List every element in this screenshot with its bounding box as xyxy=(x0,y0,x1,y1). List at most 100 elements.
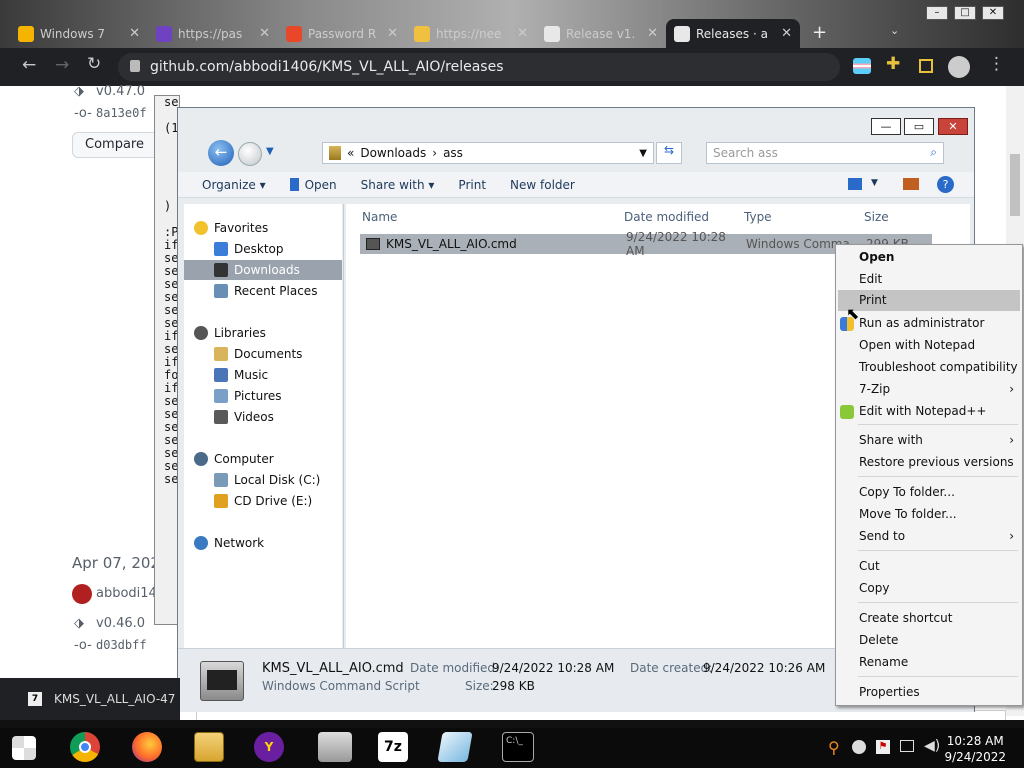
explorer-forward-icon[interactable] xyxy=(238,142,262,166)
browser-tab-1[interactable]: Windows 7 ✕ xyxy=(10,19,148,48)
menu-item-copy[interactable]: Copy xyxy=(838,578,1020,599)
refresh-icon[interactable]: ⇆ xyxy=(656,142,682,164)
menu-item-cut[interactable]: Cut xyxy=(838,556,1020,577)
nav-item-favorites[interactable]: Favorites xyxy=(184,218,342,238)
compare-button[interactable]: Compare xyxy=(72,132,162,158)
explorer-minimize-button[interactable]: — xyxy=(871,118,901,135)
action-center-flag-icon[interactable]: ⚑ xyxy=(876,740,890,754)
breadcrumb-downloads[interactable]: Downloads xyxy=(360,146,426,160)
cmd-prompt-icon[interactable]: C:\_ xyxy=(502,732,534,762)
close-window-button[interactable]: ✕ xyxy=(982,6,1004,20)
browser-tab-3[interactable]: Password R ✕ xyxy=(278,19,406,48)
menu-item-print[interactable]: Print xyxy=(838,290,1020,311)
view-options-icon[interactable] xyxy=(848,178,862,190)
help-icon[interactable]: ? xyxy=(937,176,954,193)
browser-tab-5[interactable]: Release v1. ✕ xyxy=(536,19,666,48)
nav-item-recent-places[interactable]: Recent Places xyxy=(184,281,342,301)
column-date-modified[interactable]: Date modified xyxy=(624,210,709,224)
file-explorer-icon[interactable] xyxy=(194,732,224,762)
share-with-menu[interactable]: Share with ▾ xyxy=(349,178,447,192)
menu-item-open[interactable]: Open xyxy=(838,247,1020,268)
menu-item-properties[interactable]: Properties xyxy=(838,682,1020,703)
extension-flag-icon[interactable] xyxy=(853,58,871,74)
menu-item-create-shortcut[interactable]: Create shortcut xyxy=(838,608,1020,629)
column-type[interactable]: Type xyxy=(744,210,772,224)
menu-item-edit[interactable]: Edit xyxy=(838,269,1020,290)
nav-item-computer[interactable]: Computer xyxy=(184,449,342,469)
nav-item-downloads[interactable]: Downloads xyxy=(184,260,342,280)
nav-item-network[interactable]: Network xyxy=(184,533,342,553)
nav-item-cd-drive-e[interactable]: CD Drive (E:) xyxy=(184,491,342,511)
cat-app-icon[interactable] xyxy=(318,732,352,762)
menu-item-edit-with-notepad[interactable]: Edit with Notepad++ xyxy=(838,401,1020,422)
explorer-close-button[interactable]: ✕ xyxy=(938,118,968,135)
profile-avatar-icon[interactable] xyxy=(948,56,970,78)
7zip-icon[interactable]: 7z xyxy=(378,732,408,762)
nav-item-desktop[interactable]: Desktop xyxy=(184,239,342,259)
print-command[interactable]: Print xyxy=(446,178,498,192)
explorer-maximize-button[interactable]: ▭ xyxy=(904,118,934,135)
commit-hash-047[interactable]: 8a13e0f xyxy=(96,106,147,120)
download-item[interactable]: KMS_VL_ALL_AIO-47 xyxy=(54,692,175,706)
explorer-back-icon[interactable]: ← xyxy=(208,140,234,166)
menu-item-copy-to-folder[interactable]: Copy To folder... xyxy=(838,482,1020,503)
tag-v047[interactable]: v0.47.0 xyxy=(96,84,145,99)
close-tab-icon[interactable]: ✕ xyxy=(781,26,792,41)
tab-search-icon[interactable]: ⌄ xyxy=(890,24,899,37)
yahoo-messenger-icon[interactable]: Y xyxy=(254,732,284,762)
tray-app-icon[interactable] xyxy=(852,740,866,754)
menu-item-troubleshoot-compatibility[interactable]: Troubleshoot compatibility xyxy=(838,357,1020,378)
menu-item-move-to-folder[interactable]: Move To folder... xyxy=(838,504,1020,525)
side-panel-icon[interactable] xyxy=(919,59,933,73)
close-tab-icon[interactable]: ✕ xyxy=(647,26,658,41)
menu-item-run-as-administrator[interactable]: Run as administrator xyxy=(838,313,1020,334)
search-tray-icon[interactable]: ⚲ xyxy=(828,738,840,757)
extensions-puzzle-icon[interactable]: ✚ xyxy=(886,56,900,73)
nav-item-documents[interactable]: Documents xyxy=(184,344,342,364)
breadcrumb-ass[interactable]: ass xyxy=(443,146,463,160)
browser-tab-2[interactable]: https://pas ✕ xyxy=(148,19,278,48)
menu-item-rename[interactable]: Rename xyxy=(838,652,1020,673)
author-name[interactable]: abbodi14 xyxy=(96,586,157,601)
start-button-icon[interactable] xyxy=(12,736,36,760)
nav-item-libraries[interactable]: Libraries xyxy=(184,323,342,343)
network-tray-icon[interactable] xyxy=(900,740,914,752)
menu-dots-icon[interactable]: ⋮ xyxy=(988,56,1005,73)
tag-v046[interactable]: v0.46.0 xyxy=(96,616,145,631)
system-clock[interactable]: 10:28 AM 9/24/2022 xyxy=(944,733,1006,765)
close-tab-icon[interactable]: ✕ xyxy=(129,26,140,41)
breadcrumb-separator[interactable]: › xyxy=(432,146,437,160)
address-breadcrumb[interactable]: « Downloads › ass ▼ xyxy=(322,142,654,164)
volume-icon[interactable]: ◀) xyxy=(924,738,940,754)
menu-item-open-with-notepad[interactable]: Open with Notepad xyxy=(838,335,1020,356)
column-name[interactable]: Name xyxy=(362,210,397,224)
back-icon[interactable]: ← xyxy=(22,57,36,74)
author-avatar[interactable] xyxy=(72,584,92,604)
chrome-icon[interactable] xyxy=(70,732,100,762)
menu-item-delete[interactable]: Delete xyxy=(838,630,1020,651)
forward-icon[interactable]: → xyxy=(55,57,69,74)
menu-item-7-zip[interactable]: 7-Zip › xyxy=(838,379,1020,400)
nav-item-local-disk-c[interactable]: Local Disk (C:) xyxy=(184,470,342,490)
preview-pane-icon[interactable] xyxy=(903,178,919,190)
scrollbar-thumb[interactable] xyxy=(1010,154,1020,216)
notepad-icon[interactable] xyxy=(437,732,473,762)
breadcrumb-overflow[interactable]: « xyxy=(347,146,354,160)
address-bar[interactable]: github.com/abbodi1406/KMS_VL_ALL_AIO/rel… xyxy=(118,53,840,81)
menu-item-send-to[interactable]: Send to › xyxy=(838,526,1020,547)
menu-item-share-with[interactable]: Share with › xyxy=(838,430,1020,451)
recent-locations-chevron-icon[interactable]: ▼ xyxy=(266,146,274,157)
maximize-button[interactable]: □ xyxy=(954,6,976,20)
organize-menu[interactable]: Organize ▾ xyxy=(178,178,278,192)
column-size[interactable]: Size xyxy=(864,210,889,224)
nav-item-videos[interactable]: Videos xyxy=(184,407,342,427)
pane-splitter[interactable] xyxy=(343,204,344,648)
minimize-button[interactable]: – xyxy=(926,6,948,20)
search-input[interactable]: Search ass ⌕ xyxy=(706,142,944,164)
menu-item-restore-previous-versions[interactable]: Restore previous versions xyxy=(838,452,1020,473)
browser-tab-4[interactable]: https://nee ✕ xyxy=(406,19,536,48)
new-folder-command[interactable]: New folder xyxy=(498,178,587,192)
close-tab-icon[interactable]: ✕ xyxy=(259,26,270,41)
nav-item-music[interactable]: Music xyxy=(184,365,342,385)
address-dropdown-icon[interactable]: ▼ xyxy=(639,148,647,159)
